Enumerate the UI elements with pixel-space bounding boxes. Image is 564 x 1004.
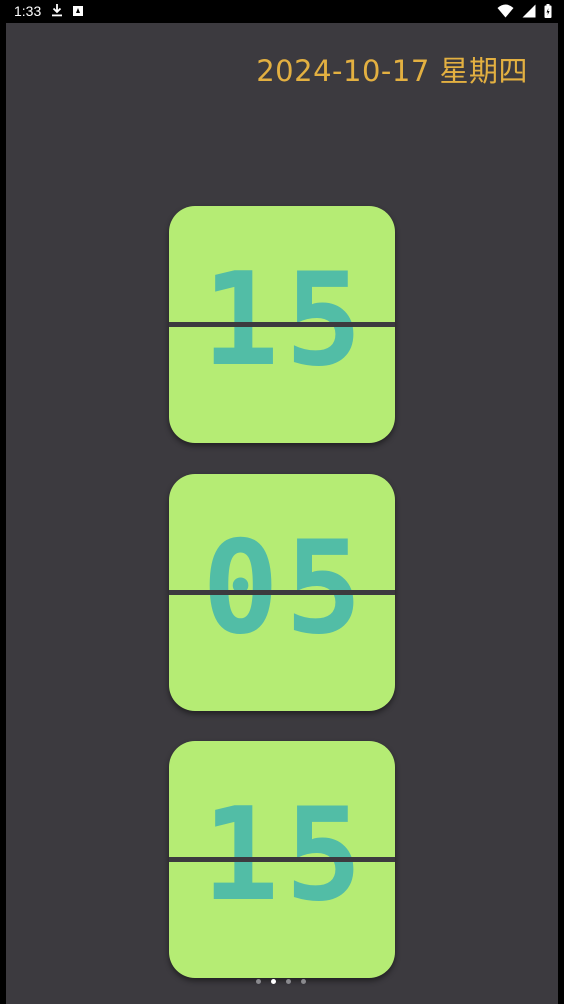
page-dot-3[interactable] (286, 979, 291, 984)
flip-divider (169, 322, 395, 327)
status-time: 1:33 (14, 3, 42, 19)
minutes-digits: 05 (201, 514, 369, 663)
page-dot-2[interactable] (271, 979, 276, 984)
flip-divider (169, 857, 395, 862)
hours-digits: 15 (201, 246, 369, 395)
seconds-digits: 15 (201, 781, 369, 930)
download-icon (51, 3, 63, 20)
minutes-card: 05 (169, 474, 395, 711)
flip-clock-screen: 1:33 2024-10-17 星期四 15 05 15 (0, 0, 564, 1004)
flip-divider (169, 590, 395, 595)
seconds-card: 15 (169, 741, 395, 978)
wifi-icon (497, 4, 514, 18)
date-label: 2024-10-17 星期四 (256, 54, 528, 88)
signal-icon (522, 4, 536, 18)
battery-icon (544, 4, 552, 18)
screen-frame-left (0, 23, 6, 1004)
hours-card: 15 (169, 206, 395, 443)
status-bar: 1:33 (0, 0, 564, 23)
page-dot-4[interactable] (301, 979, 306, 984)
page-dot-1[interactable] (256, 979, 261, 984)
a-notification-icon (73, 6, 83, 16)
status-icons (493, 4, 552, 19)
screen-frame-right (558, 23, 564, 1004)
